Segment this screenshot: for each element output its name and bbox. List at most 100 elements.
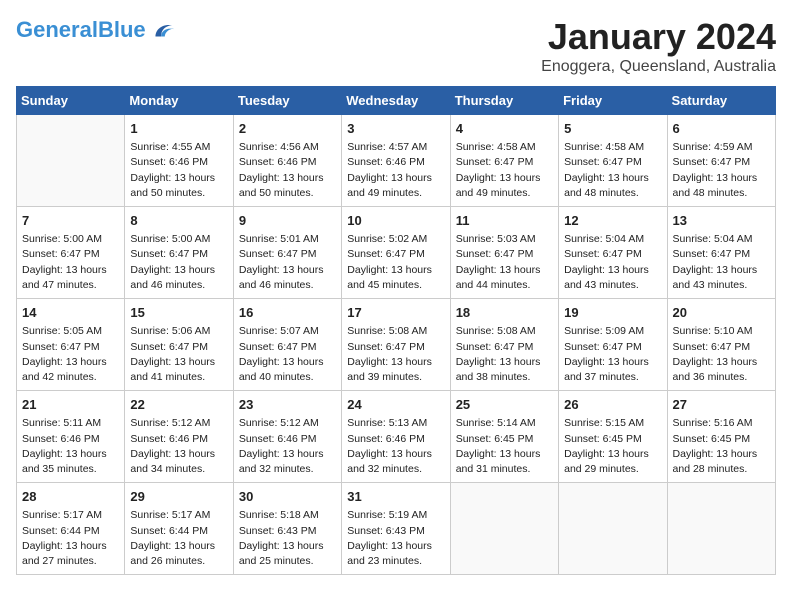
calendar-cell bbox=[17, 115, 125, 207]
calendar-cell: 21 Sunrise: 5:11 AM Sunset: 6:46 PM Dayli… bbox=[17, 391, 125, 483]
day-number: 12 bbox=[564, 212, 661, 230]
day-number: 13 bbox=[673, 212, 770, 230]
day-info: Sunrise: 5:01 AM Sunset: 6:47 PM Dayligh… bbox=[239, 232, 336, 293]
day-number: 18 bbox=[456, 304, 553, 322]
day-info: Sunrise: 5:18 AM Sunset: 6:43 PM Dayligh… bbox=[239, 508, 336, 569]
calendar-cell: 22 Sunrise: 5:12 AM Sunset: 6:46 PM Dayli… bbox=[125, 391, 233, 483]
weekday-header-sunday: Sunday bbox=[17, 87, 125, 115]
day-number: 8 bbox=[130, 212, 227, 230]
calendar-cell: 13 Sunrise: 5:04 AM Sunset: 6:47 PM Dayli… bbox=[667, 207, 775, 299]
day-number: 25 bbox=[456, 396, 553, 414]
calendar-cell bbox=[559, 483, 667, 575]
calendar-body: 1 Sunrise: 4:55 AM Sunset: 6:46 PM Daylig… bbox=[17, 115, 776, 575]
weekday-header-thursday: Thursday bbox=[450, 87, 558, 115]
calendar-cell bbox=[450, 483, 558, 575]
day-info: Sunrise: 5:14 AM Sunset: 6:45 PM Dayligh… bbox=[456, 416, 553, 477]
calendar-cell: 19Sunrise: 5:09 AM Sunset: 6:47 PM Dayli… bbox=[559, 299, 667, 391]
calendar-cell: 7 Sunrise: 5:00 AM Sunset: 6:47 PM Daylig… bbox=[17, 207, 125, 299]
day-info: Sunrise: 5:02 AM Sunset: 6:47 PM Dayligh… bbox=[347, 232, 444, 293]
day-number: 17 bbox=[347, 304, 444, 322]
day-number: 31 bbox=[347, 488, 444, 506]
day-number: 27 bbox=[673, 396, 770, 414]
calendar-cell: 25 Sunrise: 5:14 AM Sunset: 6:45 PM Dayli… bbox=[450, 391, 558, 483]
calendar-week-3: 14 Sunrise: 5:05 AM Sunset: 6:47 PM Dayli… bbox=[17, 299, 776, 391]
calendar-cell: 26 Sunrise: 5:15 AM Sunset: 6:45 PM Dayli… bbox=[559, 391, 667, 483]
title-area: January 2024 Enoggera, Queensland, Austr… bbox=[541, 16, 776, 76]
day-info: Sunrise: 5:04 AM Sunset: 6:47 PM Dayligh… bbox=[564, 232, 661, 293]
logo-icon bbox=[148, 16, 176, 44]
day-info: Sunrise: 5:00 AM Sunset: 6:47 PM Dayligh… bbox=[22, 232, 119, 293]
day-number: 14 bbox=[22, 304, 119, 322]
day-info: Sunrise: 5:09 AM Sunset: 6:47 PM Dayligh… bbox=[564, 324, 661, 385]
day-info: Sunrise: 4:58 AM Sunset: 6:47 PM Dayligh… bbox=[564, 140, 661, 201]
day-number: 24 bbox=[347, 396, 444, 414]
weekday-header-friday: Friday bbox=[559, 87, 667, 115]
day-info: Sunrise: 5:13 AM Sunset: 6:46 PM Dayligh… bbox=[347, 416, 444, 477]
calendar-cell: 3Sunrise: 4:57 AM Sunset: 6:46 PM Daylig… bbox=[342, 115, 450, 207]
day-number: 30 bbox=[239, 488, 336, 506]
calendar-cell: 18 Sunrise: 5:08 AM Sunset: 6:47 PM Dayli… bbox=[450, 299, 558, 391]
day-info: Sunrise: 4:58 AM Sunset: 6:47 PM Dayligh… bbox=[456, 140, 553, 201]
day-info: Sunrise: 5:16 AM Sunset: 6:45 PM Dayligh… bbox=[673, 416, 770, 477]
day-info: Sunrise: 5:05 AM Sunset: 6:47 PM Dayligh… bbox=[22, 324, 119, 385]
calendar-cell: 5 Sunrise: 4:58 AM Sunset: 6:47 PM Daylig… bbox=[559, 115, 667, 207]
calendar-cell: 2 Sunrise: 4:56 AM Sunset: 6:46 PM Daylig… bbox=[233, 115, 341, 207]
day-info: Sunrise: 5:08 AM Sunset: 6:47 PM Dayligh… bbox=[456, 324, 553, 385]
day-info: Sunrise: 5:10 AM Sunset: 6:47 PM Dayligh… bbox=[673, 324, 770, 385]
day-number: 2 bbox=[239, 120, 336, 138]
day-number: 26 bbox=[564, 396, 661, 414]
logo: GeneralBlue bbox=[16, 16, 176, 44]
day-info: Sunrise: 5:04 AM Sunset: 6:47 PM Dayligh… bbox=[673, 232, 770, 293]
day-info: Sunrise: 5:17 AM Sunset: 6:44 PM Dayligh… bbox=[22, 508, 119, 569]
day-number: 22 bbox=[130, 396, 227, 414]
weekday-header-monday: Monday bbox=[125, 87, 233, 115]
calendar-cell: 8 Sunrise: 5:00 AM Sunset: 6:47 PM Daylig… bbox=[125, 207, 233, 299]
logo-blue: Blue bbox=[98, 17, 146, 42]
weekday-header-tuesday: Tuesday bbox=[233, 87, 341, 115]
logo-general: General bbox=[16, 17, 98, 42]
calendar-header: SundayMondayTuesdayWednesdayThursdayFrid… bbox=[17, 87, 776, 115]
day-number: 1 bbox=[130, 120, 227, 138]
calendar-cell: 27 Sunrise: 5:16 AM Sunset: 6:45 PM Dayli… bbox=[667, 391, 775, 483]
day-info: Sunrise: 5:07 AM Sunset: 6:47 PM Dayligh… bbox=[239, 324, 336, 385]
calendar-week-4: 21 Sunrise: 5:11 AM Sunset: 6:46 PM Dayli… bbox=[17, 391, 776, 483]
day-number: 5 bbox=[564, 120, 661, 138]
day-info: Sunrise: 5:08 AM Sunset: 6:47 PM Dayligh… bbox=[347, 324, 444, 385]
day-info: Sunrise: 4:59 AM Sunset: 6:47 PM Dayligh… bbox=[673, 140, 770, 201]
day-info: Sunrise: 5:12 AM Sunset: 6:46 PM Dayligh… bbox=[239, 416, 336, 477]
calendar-cell: 4 Sunrise: 4:58 AM Sunset: 6:47 PM Daylig… bbox=[450, 115, 558, 207]
day-number: 4 bbox=[456, 120, 553, 138]
calendar-cell: 16Sunrise: 5:07 AM Sunset: 6:47 PM Dayli… bbox=[233, 299, 341, 391]
calendar-cell: 24 Sunrise: 5:13 AM Sunset: 6:46 PM Dayli… bbox=[342, 391, 450, 483]
day-info: Sunrise: 4:55 AM Sunset: 6:46 PM Dayligh… bbox=[130, 140, 227, 201]
calendar-week-1: 1 Sunrise: 4:55 AM Sunset: 6:46 PM Daylig… bbox=[17, 115, 776, 207]
day-number: 20 bbox=[673, 304, 770, 322]
day-number: 11 bbox=[456, 212, 553, 230]
weekday-header-saturday: Saturday bbox=[667, 87, 775, 115]
day-number: 28 bbox=[22, 488, 119, 506]
day-info: Sunrise: 5:15 AM Sunset: 6:45 PM Dayligh… bbox=[564, 416, 661, 477]
weekday-header-row: SundayMondayTuesdayWednesdayThursdayFrid… bbox=[17, 87, 776, 115]
day-number: 10 bbox=[347, 212, 444, 230]
day-info: Sunrise: 4:56 AM Sunset: 6:46 PM Dayligh… bbox=[239, 140, 336, 201]
calendar-cell: 6Sunrise: 4:59 AM Sunset: 6:47 PM Daylig… bbox=[667, 115, 775, 207]
day-number: 29 bbox=[130, 488, 227, 506]
calendar-cell: 28 Sunrise: 5:17 AM Sunset: 6:44 PM Dayli… bbox=[17, 483, 125, 575]
calendar-cell: 15 Sunrise: 5:06 AM Sunset: 6:47 PM Dayli… bbox=[125, 299, 233, 391]
day-info: Sunrise: 5:19 AM Sunset: 6:43 PM Dayligh… bbox=[347, 508, 444, 569]
day-number: 15 bbox=[130, 304, 227, 322]
calendar-cell: 1 Sunrise: 4:55 AM Sunset: 6:46 PM Daylig… bbox=[125, 115, 233, 207]
day-number: 23 bbox=[239, 396, 336, 414]
day-number: 7 bbox=[22, 212, 119, 230]
day-number: 21 bbox=[22, 396, 119, 414]
day-info: Sunrise: 5:12 AM Sunset: 6:46 PM Dayligh… bbox=[130, 416, 227, 477]
day-info: Sunrise: 5:00 AM Sunset: 6:47 PM Dayligh… bbox=[130, 232, 227, 293]
main-title: January 2024 bbox=[541, 16, 776, 58]
calendar-cell: 12 Sunrise: 5:04 AM Sunset: 6:47 PM Dayli… bbox=[559, 207, 667, 299]
day-info: Sunrise: 5:11 AM Sunset: 6:46 PM Dayligh… bbox=[22, 416, 119, 477]
calendar-week-2: 7 Sunrise: 5:00 AM Sunset: 6:47 PM Daylig… bbox=[17, 207, 776, 299]
calendar-cell bbox=[667, 483, 775, 575]
calendar-cell: 9Sunrise: 5:01 AM Sunset: 6:47 PM Daylig… bbox=[233, 207, 341, 299]
calendar-cell: 30 Sunrise: 5:18 AM Sunset: 6:43 PM Dayli… bbox=[233, 483, 341, 575]
day-info: Sunrise: 5:06 AM Sunset: 6:47 PM Dayligh… bbox=[130, 324, 227, 385]
